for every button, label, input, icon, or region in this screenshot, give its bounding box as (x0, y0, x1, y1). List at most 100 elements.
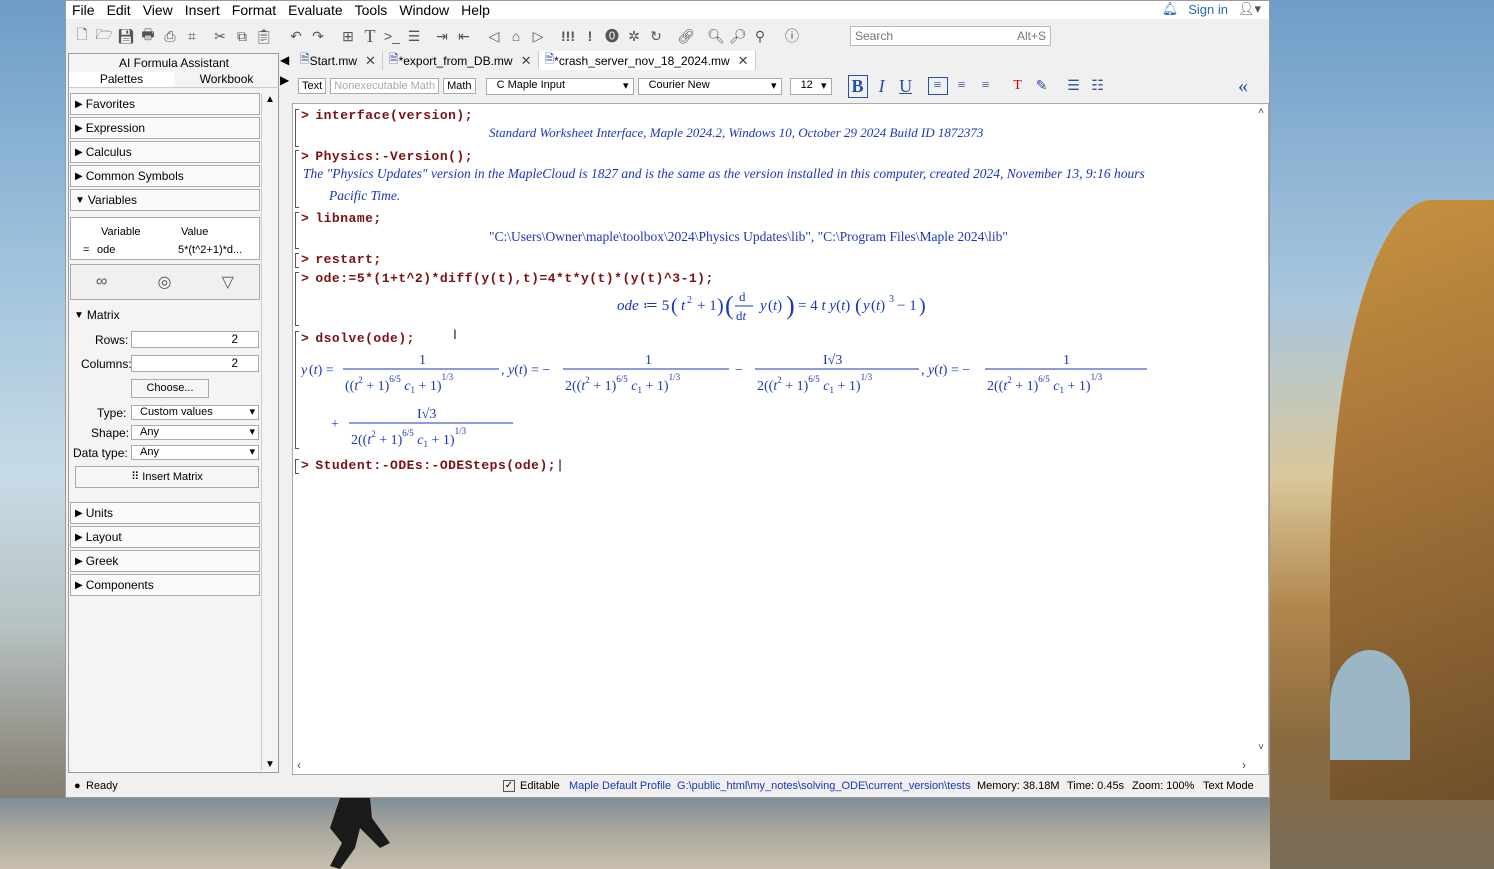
input-line[interactable]: > Physics:-Version(); (301, 149, 473, 164)
font-select[interactable]: Courier New (637, 77, 782, 95)
menu-format[interactable]: Format (226, 2, 282, 18)
group-bracket[interactable] (295, 331, 299, 449)
palette-components[interactable]: ▶ Components (70, 574, 260, 596)
col-value[interactable]: Value (181, 226, 208, 238)
close-icon[interactable]: ✕ (738, 53, 749, 69)
columns-stepper[interactable]: 2 (131, 355, 259, 372)
insert-prompt-icon[interactable]: >_ (382, 26, 402, 46)
close-icon[interactable]: ✕ (521, 53, 532, 69)
collapse-panel-icon[interactable]: ◀ (280, 53, 290, 73)
cut-icon[interactable]: ✂ (210, 26, 230, 46)
highlight-icon[interactable]: ✎ (1032, 78, 1052, 95)
expand-panel-icon[interactable]: ▶ (280, 73, 289, 87)
palette-expression[interactable]: ▶ Expression (70, 117, 260, 139)
bold-icon[interactable]: B (847, 74, 868, 98)
palette-units[interactable]: ▶ Units (70, 502, 260, 524)
zoom-fit-icon[interactable]: ⚲ (750, 26, 770, 46)
text-color-icon[interactable]: T (1008, 78, 1028, 94)
font-size-select[interactable]: 12 (789, 77, 832, 95)
link-icon[interactable]: 🔗︎ (676, 26, 696, 46)
collapse-toolbar-icon[interactable]: « (1233, 75, 1253, 98)
palette-common-symbols[interactable]: ▶ Common Symbols (70, 165, 260, 187)
numbered-list-icon[interactable]: ☷ (1088, 78, 1108, 95)
input-line[interactable]: > Student:-ODEs:-ODESteps(ode);| (301, 458, 564, 473)
execute-icon[interactable]: ! (580, 26, 600, 46)
palette-scrollbar[interactable]: ▲ ▼ (261, 94, 277, 770)
input-line[interactable]: > dsolve(ode); (301, 331, 415, 346)
choose-button[interactable]: Choose... (131, 379, 209, 398)
row-variable-value[interactable]: 5*(t^2+1)*d... (178, 244, 242, 256)
filter-icon[interactable]: ▽ (222, 272, 234, 292)
tab-crash-server[interactable]: 🗎︎ *crash_server_nov_18_2024.mw ✕ (538, 51, 756, 70)
zoom-out-icon[interactable]: 🔎︎ (728, 26, 748, 46)
execute-all-icon[interactable]: !!! (558, 26, 578, 46)
scroll-up-icon[interactable]: ˄ (1258, 106, 1264, 117)
menu-tools[interactable]: Tools (349, 2, 394, 18)
home-icon[interactable]: ⌂ (506, 26, 526, 46)
bullet-list-icon[interactable]: ☰ (1064, 78, 1084, 95)
hide-icon[interactable]: ◎ (158, 272, 172, 292)
align-left-icon[interactable]: ≡ (927, 77, 948, 95)
bell-icon[interactable]: 🔔︎ (1162, 1, 1179, 17)
group-bracket[interactable] (295, 212, 299, 249)
print-preview-icon[interactable]: ⎙ (160, 26, 180, 46)
palette-favorites[interactable]: ▶ Favorites (70, 93, 260, 115)
crop-icon[interactable]: ⌗ (182, 26, 202, 46)
scroll-up-icon[interactable]: ▲ (265, 94, 275, 105)
section-icon[interactable]: ☰ (404, 26, 424, 46)
menu-help[interactable]: Help (455, 2, 496, 18)
group-bracket[interactable] (295, 272, 299, 326)
menu-evaluate[interactable]: Evaluate (282, 2, 348, 18)
close-icon[interactable]: ✕ (365, 53, 376, 69)
input-style-select[interactable]: C Maple Input (485, 77, 634, 95)
tab-workbook[interactable]: Workbook (174, 72, 279, 87)
worksheet[interactable]: > interface(version); Standard Worksheet … (292, 103, 1269, 775)
paste-icon[interactable]: 📋︎ (254, 26, 274, 46)
align-center-icon[interactable]: ≡ (952, 78, 972, 94)
insert-math-icon[interactable]: ⊞ (338, 26, 358, 46)
tab-start[interactable]: 🗎︎ Start.mw ✕ (294, 51, 383, 70)
glasses-icon[interactable]: ∞ (96, 273, 107, 291)
text-mode-button[interactable]: Text (298, 78, 327, 94)
palette-variables[interactable]: ▼ Variables (70, 189, 260, 211)
input-line[interactable]: > interface(version); (301, 108, 473, 123)
sign-in-link[interactable]: Sign in (1188, 2, 1228, 17)
menu-file[interactable]: File (66, 2, 101, 18)
palette-calculus[interactable]: ▶ Calculus (70, 141, 260, 163)
indent-icon[interactable]: ⇥ (432, 26, 452, 46)
menu-window[interactable]: Window (393, 2, 455, 18)
palette-matrix[interactable]: ▼ Matrix (70, 304, 260, 326)
undo-icon[interactable]: ↶ (286, 26, 306, 46)
scroll-down-icon[interactable]: ˅ (1258, 742, 1264, 753)
copy-icon[interactable]: ⧉ (232, 26, 252, 46)
palette-layout[interactable]: ▶ Layout (70, 526, 260, 548)
menu-view[interactable]: View (137, 2, 179, 18)
help-icon[interactable]: ⓘ (782, 26, 802, 46)
user-icon[interactable]: 👤︎▾ (1238, 1, 1261, 17)
debug-icon[interactable]: ✲ (624, 26, 644, 46)
path-link[interactable]: G:\public_html\my_notes\solving_ODE\curr… (677, 780, 970, 792)
italic-icon[interactable]: I (872, 76, 892, 97)
group-bracket[interactable] (295, 150, 299, 208)
rows-stepper[interactable]: 2 (131, 331, 259, 348)
menu-insert[interactable]: Insert (179, 2, 226, 18)
scroll-right-icon[interactable]: › (1242, 758, 1246, 772)
tab-export-from-db[interactable]: 🗎︎ *export_from_DB.mw ✕ (383, 51, 539, 70)
forward-icon[interactable]: ▷ (528, 26, 548, 46)
math-mode-button[interactable]: Math (443, 78, 476, 94)
editable-checkbox[interactable]: ✓ (503, 780, 515, 792)
ai-formula-assistant-tab[interactable]: AI Formula Assistant (69, 56, 279, 70)
back-icon[interactable]: ◁ (484, 26, 504, 46)
open-icon[interactable]: 🗁 (94, 26, 114, 46)
stop-icon[interactable]: ⓿ (602, 26, 622, 46)
group-bracket[interactable] (295, 109, 299, 147)
insert-text-icon[interactable]: T (360, 26, 380, 46)
input-line[interactable]: > libname; (301, 211, 382, 226)
tab-palettes[interactable]: Palettes (69, 72, 174, 87)
underline-icon[interactable]: U (896, 76, 916, 97)
profile-link[interactable]: Maple Default Profile (569, 780, 671, 792)
print-icon[interactable]: 🖶 (138, 26, 158, 46)
shape-select[interactable]: Any (131, 425, 259, 440)
nonexecutable-math-button[interactable]: Nonexecutable Math (330, 78, 440, 94)
data-type-select[interactable]: Any (131, 445, 259, 460)
